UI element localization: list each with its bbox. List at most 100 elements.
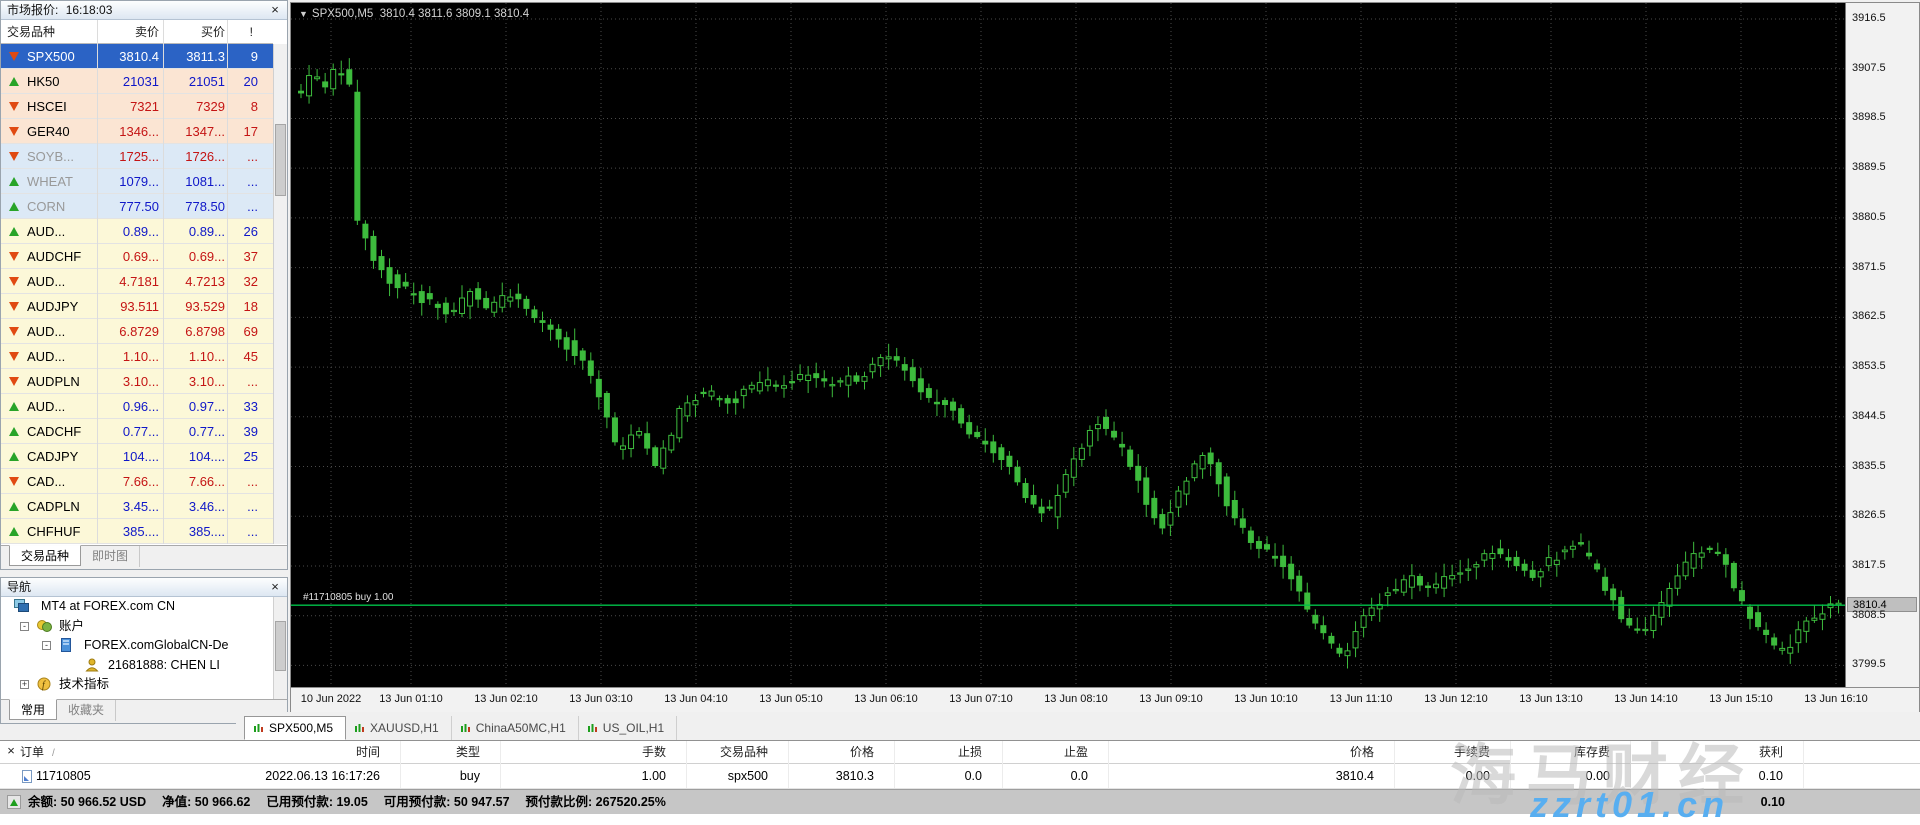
symbol-name: AUD... [27,319,65,344]
market-watch-row[interactable]: CADJPY104....104....25 [1,444,273,469]
chart-tab-US_OIL,H1[interactable]: US_OIL,H1 [579,716,677,740]
terminal-column-header[interactable]: 类型 [397,741,492,764]
navigator-item[interactable]: -FOREX.comGlobalCN-De [1,636,273,656]
terminal-column-header[interactable]: 获利 [1675,741,1795,764]
expand-icon[interactable]: + [20,680,29,689]
terminal-column-header[interactable]: 手续费 [1392,741,1502,764]
up-arrow-icon [9,202,19,211]
collapse-icon[interactable]: - [42,641,51,650]
chart-tab-SPX500,M5[interactable]: SPX500,M5 [244,716,346,740]
terminal-column-header[interactable]: 订单/ [20,741,200,764]
navigator-scrollbar[interactable] [273,597,287,700]
chart-dropdown-icon[interactable]: ▼ [299,9,308,19]
terminal-column-header[interactable]: 止盈 [990,741,1100,764]
chart-plot-area[interactable]: ▼SPX500,M5 3810.4 3811.6 3809.1 3810.4 #… [291,3,1845,687]
sell-price: 0.96... [97,394,163,419]
sell-price: 104.... [97,444,163,469]
mini-chart-icon [354,723,365,734]
buy-price: 104.... [163,444,227,469]
market-watch-row[interactable]: CORN777.50778.50... [1,194,273,219]
terminal-column-header[interactable]: 价格 [1246,741,1386,764]
buy-price: 93.529 [163,294,227,319]
sell-price: 3.45... [97,494,163,519]
time-tick: 13 Jun 14:10 [1598,693,1694,705]
symbol-name: CHFHUF [27,519,80,544]
sell-price: 7.66... [97,469,163,494]
spread-value: 69 [227,319,267,344]
market-watch-row[interactable]: AUDJPY93.51193.52918 [1,294,273,319]
scrollbar-thumb[interactable] [275,621,286,671]
terminal-column-header[interactable]: 止损 [884,741,994,764]
market-watch-scrollbar[interactable] [273,44,287,544]
market-watch-row[interactable]: SOYB...1725...1726...... [1,144,273,169]
terminal-column-header[interactable]: 价格 [776,741,886,764]
symbol-name: CADCHF [27,419,81,444]
spread-value: 37 [227,244,267,269]
buy-price: 7329 [163,94,227,119]
market-watch-row[interactable]: CAD...7.66...7.66...... [1,469,273,494]
chart-tab-label: ChinaA50MC,H1 [476,717,566,739]
market-watch-row[interactable]: AUD...0.89...0.89...26 [1,219,273,244]
market-watch-row[interactable]: AUD...1.10...1.10...45 [1,344,273,369]
order-cell: buy [397,764,492,789]
down-arrow-icon [9,352,19,361]
symbol-name: AUD... [27,344,65,369]
navigator-item[interactable]: -账户 [1,617,273,637]
column-header: 卖价 [97,20,163,44]
time-tick: 13 Jun 16:10 [1788,693,1884,705]
scrollbar-thumb[interactable] [275,124,286,196]
chart-ohlc-title: ▼SPX500,M5 3810.4 3811.6 3809.1 3810.4 [299,8,529,20]
buy-price: 0.89... [163,219,227,244]
chart-time-axis[interactable]: 10 Jun 202213 Jun 01:1013 Jun 02:1013 Ju… [291,687,1919,712]
market-watch-row[interactable]: AUD...6.87296.879869 [1,319,273,344]
buy-price: 1081... [163,169,227,194]
market-watch-row[interactable]: AUD...0.96...0.97...33 [1,394,273,419]
market-watch-row[interactable]: HSCEI732173298 [1,94,273,119]
market-watch-row[interactable]: AUDPLN3.10...3.10...... [1,369,273,394]
market-watch-row[interactable]: AUD...4.71814.721332 [1,269,273,294]
spread-value: ... [227,469,267,494]
navigator-item[interactable]: 21681888: CHEN LI [1,656,273,676]
buy-price: 1726... [163,144,227,169]
time-tick: 13 Jun 06:10 [838,693,934,705]
sell-price: 6.8729 [97,319,163,344]
price-tick: 3871.5 [1852,261,1886,273]
price-tick: 3844.5 [1852,410,1886,422]
market-watch-title: 市场报价: [7,3,58,17]
market-watch-row[interactable]: CADCHF0.77...0.77...39 [1,419,273,444]
close-icon[interactable]: × [268,2,282,18]
chart-tab-XAUUSD,H1[interactable]: XAUUSD,H1 [346,716,452,740]
spread-value: ... [227,369,267,394]
tab-交易品种[interactable]: 交易品种 [9,545,81,566]
time-tick: 13 Jun 07:10 [933,693,1029,705]
collapse-icon[interactable]: - [20,622,29,631]
terminal-column-header[interactable]: 交易品种 [660,741,780,764]
market-watch-row[interactable]: CHFHUF385....385....... [1,519,273,544]
close-icon[interactable]: × [268,579,282,595]
market-watch-row[interactable]: WHEAT1079...1081...... [1,169,273,194]
market-watch-row[interactable]: CADPLN3.45...3.46...... [1,494,273,519]
market-watch-row[interactable]: GER401346...1347...17 [1,119,273,144]
chart-price-axis[interactable]: 3810.4 3916.53907.53898.53889.53880.5387… [1845,3,1919,687]
navigator-item[interactable]: MT4 at FOREX.com CN [1,597,273,617]
market-watch-row[interactable]: HK50210312105120 [1,69,273,94]
tab-常用[interactable]: 常用 [9,699,57,720]
spread-value: ... [227,519,267,544]
up-arrow-icon [9,502,19,511]
server-icon [59,638,74,652]
market-watch-row[interactable]: AUDCHF0.69...0.69...37 [1,244,273,269]
terminal-order-row[interactable]: 117108052022.06.13 16:17:26buy1.00spx500… [0,764,1920,789]
time-tick: 13 Jun 04:10 [648,693,744,705]
chart-tab-ChinaA50MC,H1[interactable]: ChinaA50MC,H1 [452,716,579,740]
terminal-column-header[interactable]: 时间 [212,741,392,764]
tab-即时图[interactable]: 即时图 [81,546,140,567]
navigator-item[interactable]: +f技术指标 [1,675,273,695]
tab-收藏夹[interactable]: 收藏夹 [57,700,116,721]
terminal-column-header[interactable]: 库存费 [1512,741,1622,764]
price-tick: 3916.5 [1852,12,1886,24]
account-icon [85,658,100,672]
order-cell: 3810.4 [1246,764,1386,789]
down-arrow-icon [9,277,19,286]
market-watch-row[interactable]: SPX5003810.43811.39 [1,44,273,69]
order-cell: 11710805 [36,764,216,789]
